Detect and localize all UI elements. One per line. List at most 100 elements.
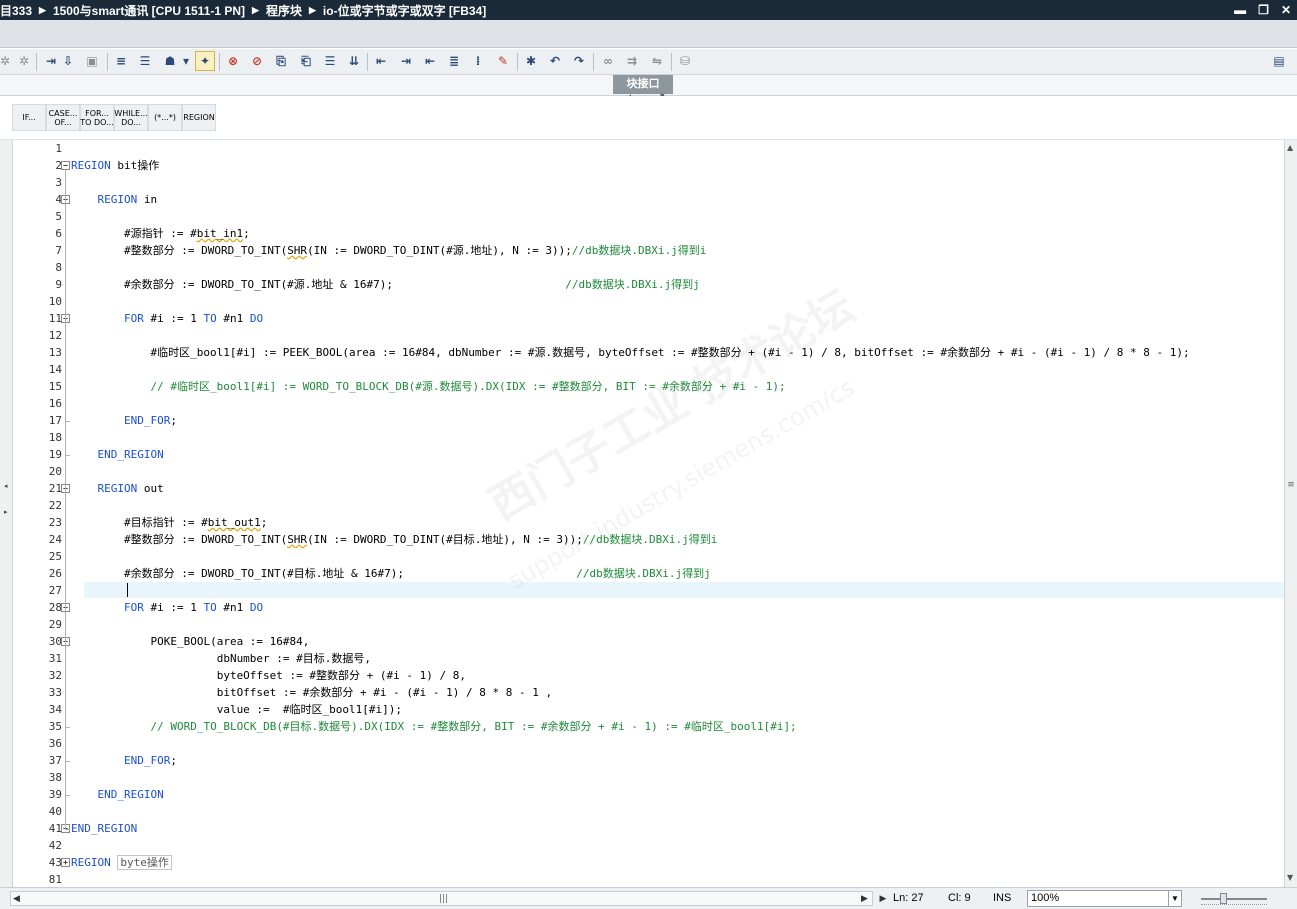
insert-network-icon[interactable]: ⇥ — [43, 53, 59, 69]
line-number: 43 — [48, 856, 62, 869]
split-editor-icon[interactable]: ▤ — [1271, 53, 1287, 69]
horizontal-scrollbar[interactable]: ◀ ||| ▶ — [10, 891, 873, 906]
code-line[interactable]: END_REGION — [71, 786, 164, 803]
indent-icon[interactable]: ⇤ — [373, 53, 389, 69]
scroll-grip-icon[interactable]: ||| — [439, 894, 448, 904]
line-number: 14 — [48, 363, 62, 376]
code-line[interactable]: FOR #i := 1 TO #n1 DO — [71, 599, 263, 616]
expand-region-icon[interactable]: + — [61, 858, 70, 867]
monitor-icon[interactable]: ▣ — [84, 53, 100, 69]
block-interface-tab[interactable]: 块接口 — [613, 75, 673, 94]
code-line[interactable] — [71, 582, 124, 599]
dropdown-icon[interactable]: ▾ — [178, 53, 194, 69]
code-line[interactable]: REGION byte操作 — [71, 854, 172, 871]
go-back-icon[interactable]: ↷ — [571, 53, 587, 69]
zoom-slider-track[interactable] — [1201, 898, 1267, 900]
increase-indent-icon[interactable]: ⇥ — [398, 53, 414, 69]
scroll-grip-icon[interactable]: ≡ — [1287, 480, 1295, 490]
expand-all-icon[interactable]: ⇊ — [346, 53, 362, 69]
left-collapse-strip[interactable]: ◂ ▸ — [0, 140, 13, 887]
code-line[interactable]: #临时区_bool1[#i] := PEEK_BOOL(area := 16#8… — [71, 344, 1189, 361]
code-line[interactable]: #余数部分 := DWORD_TO_INT(#源.地址 & 16#7); //d… — [71, 276, 700, 293]
template-region[interactable]: REGION — [182, 104, 216, 131]
start-simulation-icon[interactable]: ⇉ — [624, 53, 640, 69]
breadcrumb-block[interactable]: io-位或字节或字或双字 [FB34] — [323, 2, 486, 19]
settings-icon[interactable]: ✲ — [0, 53, 13, 69]
favorite-icon[interactable]: ☗ — [162, 53, 178, 69]
set-bookmark-icon[interactable]: ⊗ — [225, 53, 241, 69]
code-line[interactable]: REGION bit操作 — [71, 157, 159, 174]
code-line[interactable]: #整数部分 := DWORD_TO_INT(SHR(IN := DWORD_TO… — [71, 531, 717, 548]
fold-guide — [65, 646, 66, 727]
code-line[interactable]: END_REGION — [71, 446, 164, 463]
scroll-down-icon[interactable]: ▼ — [1287, 873, 1293, 882]
breakpoint-icon[interactable]: ✱ — [523, 53, 539, 69]
insert-mode-indicator[interactable]: INS — [993, 892, 1011, 904]
scroll-right-icon[interactable]: ▶ — [861, 892, 868, 906]
line-number: 35 — [48, 720, 62, 733]
close-icon[interactable]: ✕ — [1281, 3, 1291, 17]
collapse-region-icon[interactable]: − — [61, 161, 70, 170]
code-line[interactable]: bitOffset := #余数部分 + #i - (#i - 1) / 8 *… — [71, 684, 552, 701]
zoom-slider-knob[interactable] — [1220, 893, 1227, 904]
minimize-icon[interactable]: ▬ — [1234, 3, 1246, 17]
code-line[interactable]: #目标指针 := #bit_out1; — [71, 514, 267, 531]
next-bookmark-icon[interactable]: ⎘ — [273, 53, 289, 69]
code-line[interactable]: END_FOR; — [71, 752, 177, 769]
comment-line-icon[interactable]: ⁞ — [470, 53, 486, 69]
uncomment-line-icon[interactable]: ✎ — [495, 53, 511, 69]
restore-icon[interactable]: ❐ — [1258, 3, 1269, 17]
previous-bookmark-icon[interactable]: ⎗ — [298, 53, 314, 69]
monitoring-glasses-icon[interactable]: ∞ — [600, 53, 616, 69]
scroll-left-icon[interactable]: ◀ — [13, 892, 20, 906]
vertical-scrollbar[interactable]: ▲ ≡ ▼ — [1284, 140, 1297, 887]
code-line[interactable]: POKE_BOOL(area := 16#84, — [71, 633, 309, 650]
chevron-down-icon[interactable]: ▼ — [1168, 891, 1181, 906]
breadcrumb-project[interactable]: 项目333 — [0, 2, 32, 19]
text-cursor — [127, 583, 128, 597]
compare-icon[interactable]: ⇋ — [649, 53, 665, 69]
line-number: 31 — [48, 652, 62, 665]
list-view-icon[interactable]: ≡ — [113, 53, 129, 69]
highlight-icon[interactable]: ✦ — [195, 51, 215, 71]
properties-icon[interactable]: ✲ — [16, 53, 32, 69]
template-comment[interactable]: (*...*) — [148, 104, 182, 131]
template-while[interactable]: WHILE... DO... — [114, 104, 148, 131]
decrease-indent-icon[interactable]: ⇤ — [422, 53, 438, 69]
remove-bookmark-icon[interactable]: ⊘ — [249, 53, 265, 69]
scroll-up-icon[interactable]: ▲ — [1287, 143, 1293, 152]
template-if[interactable]: IF... — [12, 104, 46, 131]
code-line[interactable]: byteOffset := #整数部分 + (#i - 1) / 8, — [71, 667, 466, 684]
breadcrumb-device[interactable]: 1500与smart通讯 [CPU 1511-1 PN] — [53, 2, 245, 19]
code-line[interactable]: END_FOR; — [71, 412, 177, 429]
code-line[interactable]: // #临时区_bool1[#i] := WORD_TO_BLOCK_DB(#源… — [71, 378, 785, 395]
comment-icon[interactable]: ☰ — [322, 53, 338, 69]
download-icon[interactable]: ⇩ — [60, 53, 76, 69]
code-line[interactable]: REGION out — [71, 480, 164, 497]
go-to-icon[interactable]: ↶ — [547, 53, 563, 69]
code-line[interactable]: #源指针 := #bit_in1; — [71, 225, 250, 242]
window-controls: ▬ ❐ ✕ — [1234, 0, 1291, 20]
code-line[interactable]: #余数部分 := DWORD_TO_INT(#目标.地址 & 16#7); //… — [71, 565, 711, 582]
breadcrumb-program-blocks[interactable]: 程序块 — [266, 2, 302, 19]
line-number: 23 — [48, 516, 62, 529]
scl-code-editor[interactable]: 西门子工业 技术论坛 support.industry.siemens.com/… — [14, 140, 1284, 887]
code-line[interactable]: FOR #i := 1 TO #n1 DO — [71, 310, 263, 327]
code-line[interactable]: dbNumber := #目标.数据号, — [71, 650, 371, 667]
code-line[interactable]: value := #临时区_bool1[#i]); — [71, 701, 402, 718]
code-line[interactable]: END_REGION — [71, 820, 137, 837]
navigate-right-icon[interactable]: ▶ — [877, 892, 889, 906]
editor-header-strip — [0, 20, 1297, 48]
template-case[interactable]: CASE... OF... — [46, 104, 80, 131]
zoom-select[interactable]: 100% ▼ — [1027, 890, 1182, 907]
collapse-left-icon[interactable]: ◂ — [4, 482, 8, 490]
expand-right-icon[interactable]: ▸ — [4, 508, 8, 516]
code-line[interactable]: REGION in — [71, 191, 158, 208]
template-for[interactable]: FOR... TO DO... — [80, 104, 114, 131]
auto-format-icon[interactable]: ≣ — [446, 53, 462, 69]
line-number: 37 — [48, 754, 62, 767]
database-icon[interactable]: ⛁ — [677, 53, 693, 69]
block-list-icon[interactable]: ☰ — [137, 53, 153, 69]
code-line[interactable]: // WORD_TO_BLOCK_DB(#目标.数据号).DX(IDX := #… — [71, 718, 796, 735]
code-line[interactable]: #整数部分 := DWORD_TO_INT(SHR(IN := DWORD_TO… — [71, 242, 706, 259]
